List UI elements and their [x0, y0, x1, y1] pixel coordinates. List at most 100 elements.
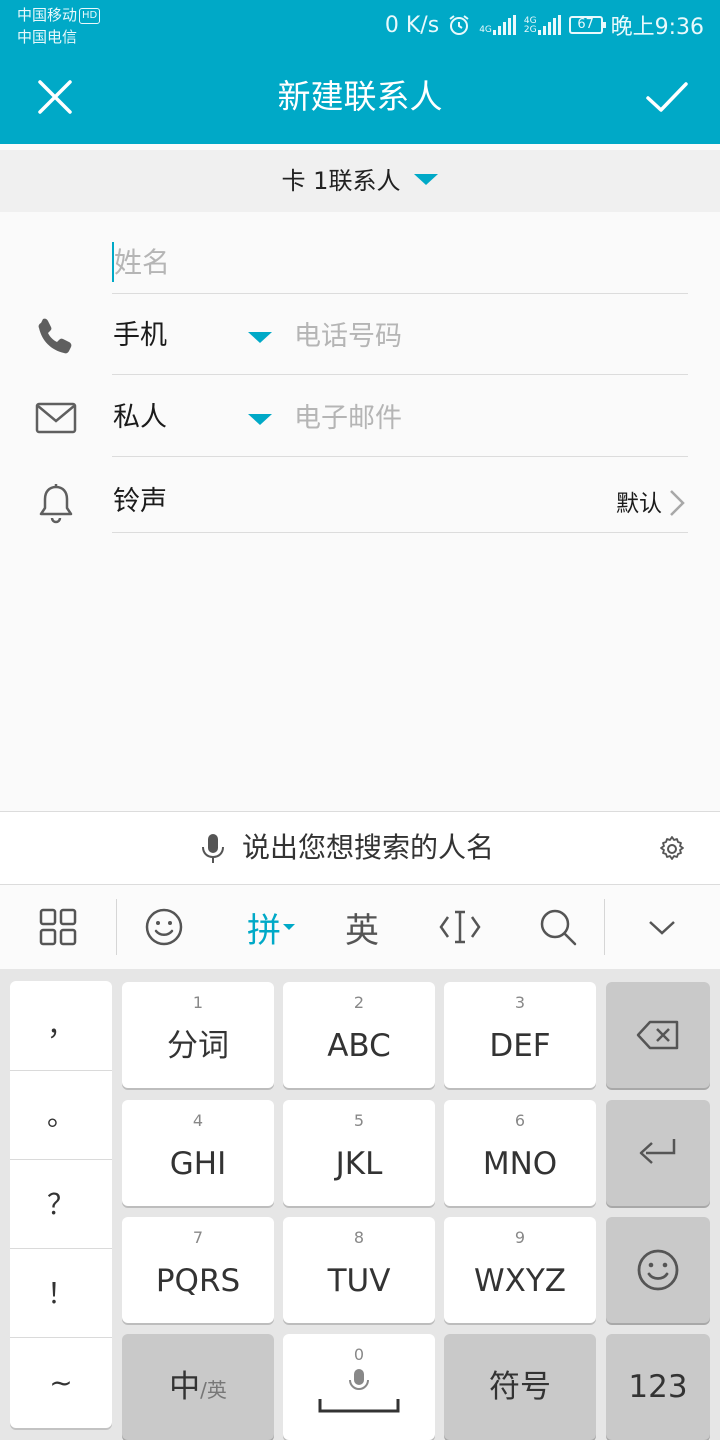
space-bar-icon	[318, 1399, 400, 1413]
name-input[interactable]	[112, 242, 672, 282]
key-number: 8	[353, 1228, 365, 1247]
email-input[interactable]	[294, 398, 684, 438]
signal-bars-2-icon	[537, 15, 561, 35]
key-2[interactable]: 2 ABC	[283, 982, 435, 1088]
key-label: JKL	[335, 1146, 383, 1182]
punct-key-tilde[interactable]: ~	[10, 1337, 112, 1426]
key-4[interactable]: 4 GHI	[122, 1100, 274, 1206]
space-key[interactable]: 0	[283, 1334, 435, 1440]
phone-type-label[interactable]: 手机	[113, 316, 167, 356]
key-number: 1	[192, 993, 204, 1012]
divider	[112, 532, 688, 533]
enter-key[interactable]	[606, 1100, 710, 1206]
ime-menu-button[interactable]	[30, 901, 86, 953]
microphone-icon	[349, 1369, 369, 1391]
net2b-label: 2G	[523, 25, 537, 35]
key-5[interactable]: 5 JKL	[283, 1100, 435, 1206]
mail-icon	[35, 402, 77, 434]
key-label: ABC	[327, 1028, 391, 1064]
smiley-icon	[145, 908, 183, 946]
enter-icon	[639, 1139, 676, 1164]
app-bar: 新建联系人	[0, 50, 720, 144]
emoji-button[interactable]	[136, 901, 192, 953]
microphone-icon	[202, 834, 224, 863]
bell-icon	[39, 484, 73, 524]
toolbar-separator	[116, 899, 117, 955]
key-number: 5	[353, 1111, 365, 1130]
key-6[interactable]: 6 MNO	[444, 1100, 596, 1206]
page-title: 新建联系人	[277, 77, 443, 116]
language-switch-key[interactable]: 中/英	[122, 1334, 274, 1440]
status-right: 0 K/s 4G 4G 2G 67 晚上9:36	[385, 8, 704, 42]
key-9[interactable]: 9 WXYZ	[444, 1217, 596, 1323]
backspace-key[interactable]	[606, 982, 710, 1088]
name-row	[0, 212, 720, 294]
net-speed: 0 K/s	[384, 12, 440, 38]
signal-1: 4G	[479, 15, 516, 35]
clock: 晚上9:36	[610, 15, 704, 40]
key-1[interactable]: 1 分词	[122, 982, 274, 1088]
phone-type-caret-icon[interactable]	[248, 332, 272, 343]
hide-keyboard-button[interactable]	[634, 901, 690, 953]
battery-icon: 67	[568, 16, 606, 34]
account-selector[interactable]: 卡 1联系人	[0, 150, 720, 212]
punct-key-comma[interactable]: ，	[10, 981, 112, 1070]
voice-search-text: 说出您想搜索的人名	[242, 831, 495, 864]
signal-bars-1-icon	[492, 15, 516, 35]
check-icon[interactable]	[642, 72, 692, 122]
lang-main: 中	[169, 1369, 201, 1405]
email-type-label[interactable]: 私人	[113, 398, 167, 438]
key-label: TUV	[327, 1263, 391, 1299]
phone-input[interactable]	[294, 316, 684, 356]
voice-search-bar[interactable]: 说出您想搜索的人名	[0, 811, 720, 885]
email-row: 私人	[0, 376, 720, 458]
key-number: 9	[514, 1228, 526, 1247]
signal-2: 4G 2G	[524, 15, 561, 35]
hd-badge: HD	[79, 8, 101, 24]
status-bar: 中国移动 HD 中国电信 0 K/s 4G 4G 2G 67 晚上9:36	[0, 0, 720, 50]
key-3[interactable]: 3 DEF	[444, 982, 596, 1088]
phone-row: 手机	[0, 294, 720, 376]
symbols-key[interactable]: 符号	[444, 1334, 596, 1440]
lang-sub: /英	[200, 1378, 227, 1402]
divider	[112, 456, 688, 457]
ringtone-row[interactable]: 铃声 默认	[0, 458, 720, 540]
key-number: 2	[353, 993, 365, 1012]
punct-key-question[interactable]: ？	[10, 1159, 112, 1248]
gear-icon[interactable]	[658, 835, 686, 863]
key-8[interactable]: 8 TUV	[283, 1217, 435, 1323]
contact-form: 手机 私人 铃声 默认	[0, 212, 720, 812]
numbers-key[interactable]: 123	[606, 1334, 710, 1440]
punct-key-period[interactable]: 。	[10, 1070, 112, 1159]
english-label: 英	[345, 910, 379, 951]
toolbar-separator	[604, 899, 605, 955]
search-button[interactable]	[530, 901, 586, 953]
punct-key-exclaim[interactable]: ！	[10, 1248, 112, 1337]
search-icon	[540, 909, 577, 946]
divider	[112, 374, 688, 375]
account-label: 卡 1联系人	[281, 167, 401, 195]
top-bar: 中国移动 HD 中国电信 0 K/s 4G 4G 2G 67 晚上9:36 新建联系…	[0, 0, 720, 144]
smiley-icon	[637, 1249, 679, 1291]
ringtone-label: 铃声	[113, 486, 167, 517]
carrier-info: 中国移动 HD 中国电信	[17, 4, 101, 48]
pinyin-mode-button[interactable]: 拼	[236, 901, 306, 953]
key-number: 4	[192, 1111, 204, 1130]
key-number: 7	[192, 1228, 204, 1247]
key-label: WXYZ	[473, 1263, 567, 1299]
pinyin-label: 拼	[247, 910, 281, 951]
english-mode-button[interactable]: 英	[334, 901, 390, 953]
key-number: 3	[514, 993, 526, 1012]
emoji-key[interactable]	[606, 1217, 710, 1323]
key-label: GHI	[169, 1146, 227, 1182]
keyboard: ， 。 ？ ！ ~ 1 分词 2 ABC 3 DEF 4 GHI 5 JKL 6…	[0, 969, 720, 1440]
alarm-icon	[449, 15, 469, 35]
symbols-label: 符号	[489, 1369, 551, 1405]
key-label: MNO	[482, 1146, 558, 1182]
key-number: 0	[353, 1345, 365, 1364]
key-number: 6	[514, 1111, 526, 1130]
cursor-button[interactable]	[432, 901, 488, 953]
email-type-caret-icon[interactable]	[248, 414, 272, 425]
key-7[interactable]: 7 PQRS	[122, 1217, 274, 1323]
key-label: DEF	[489, 1028, 551, 1064]
